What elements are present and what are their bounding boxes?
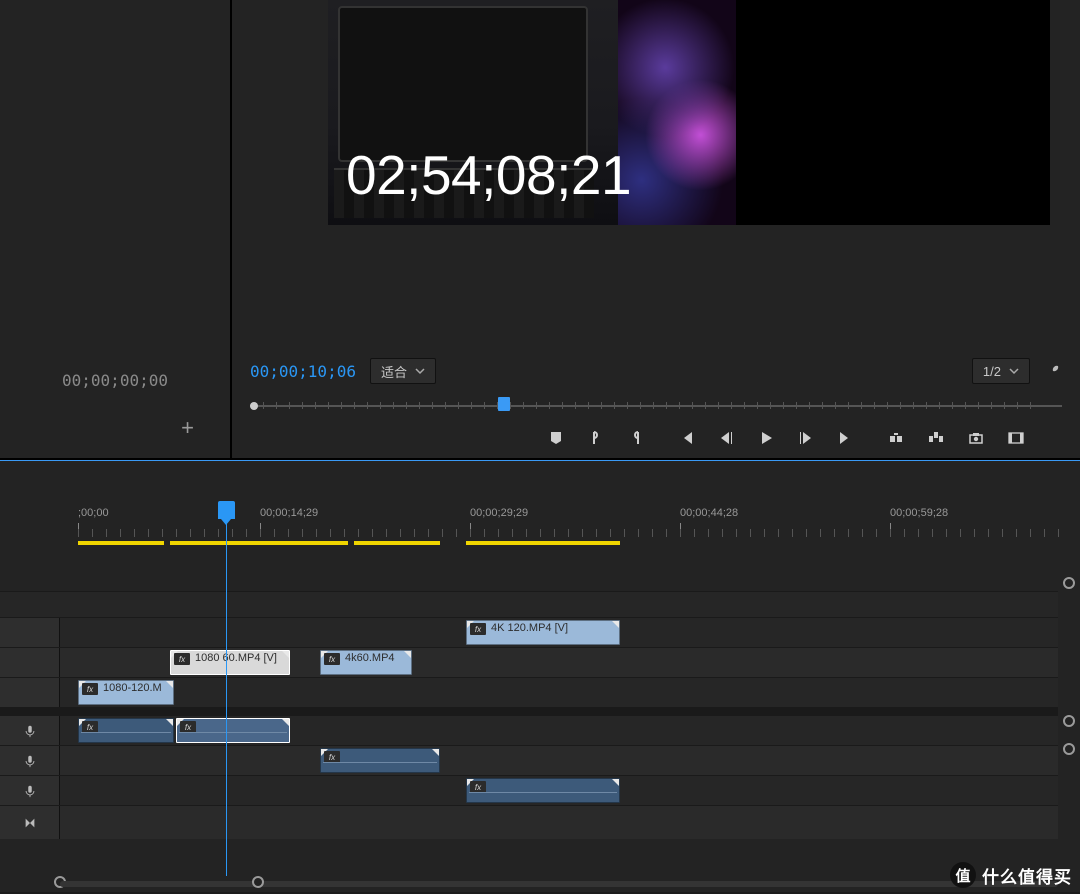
audio-clip[interactable]: fx xyxy=(78,718,174,743)
track-header[interactable] xyxy=(0,678,60,707)
fx-badge-icon: fx xyxy=(470,623,486,635)
fx-badge-icon: fx xyxy=(180,721,196,733)
source-timecode[interactable]: 00;00;00;00 xyxy=(0,362,230,398)
settings-wrench-icon[interactable] xyxy=(1044,362,1062,380)
video-clip[interactable]: fx 1080-120.M xyxy=(78,680,174,705)
clip-label: 1080-120.M xyxy=(103,682,162,694)
timeline-horizontal-scrollbar[interactable] xyxy=(60,879,1058,889)
chevron-down-icon xyxy=(1009,366,1019,376)
ruler-label: ;00;00 xyxy=(78,507,109,519)
microphone-icon xyxy=(23,754,37,768)
mark-out-icon[interactable] xyxy=(627,429,645,447)
fx-badge-icon: fx xyxy=(82,721,98,733)
resolution-label: 1/2 xyxy=(983,364,1001,379)
add-marker-icon[interactable] xyxy=(547,429,565,447)
watermark-badge: 值 xyxy=(950,862,976,888)
timeline-playhead[interactable] xyxy=(226,505,227,876)
track-header[interactable] xyxy=(0,618,60,647)
step-forward-icon[interactable] xyxy=(797,429,815,447)
audio-track[interactable]: fx xyxy=(0,745,1058,775)
go-to-out-icon[interactable] xyxy=(837,429,855,447)
video-clip[interactable]: fx 4k60.MP4 xyxy=(320,650,412,675)
video-track[interactable]: fx 4K 120.MP4 [V] xyxy=(0,617,1058,647)
mark-in-icon[interactable] xyxy=(587,429,605,447)
audio-clip[interactable]: fx xyxy=(466,778,620,803)
ruler-label: 00;00;59;28 xyxy=(890,507,948,519)
fx-badge-icon: fx xyxy=(324,751,340,763)
comparison-view-icon[interactable] xyxy=(1007,429,1025,447)
ruler-label: 00;00;44;28 xyxy=(680,507,738,519)
track-divider-handle[interactable] xyxy=(1063,715,1075,727)
video-track-resize-handle[interactable] xyxy=(1063,577,1075,589)
video-track[interactable]: fx 1080 60.MP4 [V] fx 4k60.MP4 xyxy=(0,647,1058,677)
audio-track[interactable]: fx fx xyxy=(0,715,1058,745)
work-area-bar[interactable] xyxy=(170,541,348,545)
program-timecode[interactable]: 00;00;10;06 xyxy=(250,362,356,381)
fx-badge-icon: fx xyxy=(82,683,98,695)
clip-label: 4K 120.MP4 [V] xyxy=(491,622,568,634)
lift-icon[interactable] xyxy=(887,429,905,447)
timeline-panel[interactable]: ;00;00 00;00;14;29 00;00;29;29 00;00;44;28 0… xyxy=(0,460,1080,892)
watermark-text: 什么值得买 xyxy=(982,863,1072,888)
audio-track[interactable]: fx xyxy=(0,775,1058,805)
audio-track[interactable] xyxy=(0,805,1058,839)
play-icon[interactable] xyxy=(757,429,775,447)
snap-icon xyxy=(23,816,37,830)
ruler-label: 00;00;29;29 xyxy=(470,507,528,519)
time-ruler[interactable]: ;00;00 00;00;14;29 00;00;29;29 00;00;44;28 0… xyxy=(60,507,1058,541)
mini-playhead[interactable] xyxy=(498,397,510,411)
add-marker-button[interactable]: + xyxy=(0,398,230,458)
work-area-bar[interactable] xyxy=(354,541,440,545)
scroll-handle-right[interactable] xyxy=(252,876,264,888)
track-header[interactable] xyxy=(0,776,60,805)
fx-badge-icon: fx xyxy=(324,653,340,665)
mini-timeline[interactable]: /*ticks generated below via JS*/ xyxy=(250,399,1062,413)
clip-label: 1080 60.MP4 [V] xyxy=(195,652,277,664)
playback-resolution-select[interactable]: 1/2 xyxy=(972,358,1030,384)
chevron-down-icon xyxy=(415,366,425,376)
microphone-icon xyxy=(23,784,37,798)
watermark: 值 什么值得买 xyxy=(950,862,1072,888)
track-header[interactable] xyxy=(0,806,60,839)
export-frame-icon[interactable] xyxy=(967,429,985,447)
microphone-icon xyxy=(23,724,37,738)
extract-icon[interactable] xyxy=(927,429,945,447)
audio-clip[interactable]: fx xyxy=(320,748,440,773)
work-area-bar[interactable] xyxy=(78,541,164,545)
track-header[interactable] xyxy=(0,746,60,775)
step-back-icon[interactable] xyxy=(717,429,735,447)
clip-label: 4k60.MP4 xyxy=(345,652,395,664)
fx-badge-icon: fx xyxy=(174,653,190,665)
zoom-level-label: 适合 xyxy=(381,362,407,381)
timecode-overlay: 02;54;08;21 xyxy=(346,143,631,207)
audio-track-resize-handle[interactable] xyxy=(1063,743,1075,755)
audio-clip[interactable]: fx xyxy=(176,718,290,743)
work-area-bar[interactable] xyxy=(466,541,620,545)
video-track[interactable]: fx 1080-120.M xyxy=(0,677,1058,707)
video-clip[interactable]: fx 1080 60.MP4 [V] xyxy=(170,650,290,675)
track-header[interactable] xyxy=(0,716,60,745)
ruler-label: 00;00;14;29 xyxy=(260,507,318,519)
fx-badge-icon: fx xyxy=(470,781,486,793)
track-header[interactable] xyxy=(0,648,60,677)
video-clip[interactable]: fx 4K 120.MP4 [V] xyxy=(466,620,620,645)
go-to-in-icon[interactable] xyxy=(677,429,695,447)
zoom-level-select[interactable]: 适合 xyxy=(370,358,436,384)
program-monitor[interactable]: 02;54;08;21 xyxy=(232,0,1080,223)
